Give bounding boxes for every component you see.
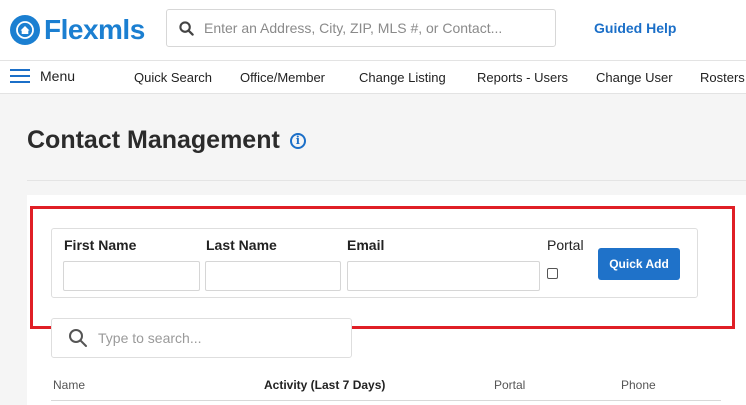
top-bar: Flexmls Guided Help (0, 0, 746, 60)
nav-item-office-member[interactable]: Office/Member (240, 70, 325, 85)
contact-search[interactable] (51, 318, 352, 358)
home-pin-icon (10, 15, 40, 45)
nav-bar: Menu Quick Search Office/Member Change L… (0, 60, 746, 94)
logo-text: Flexmls (44, 14, 145, 45)
global-search-input[interactable] (202, 19, 546, 37)
nav-item-quick-search[interactable]: Quick Search (134, 70, 212, 85)
page-header: Contact Management i (27, 126, 306, 155)
nav-item-rosters[interactable]: Rosters (700, 70, 745, 85)
hamburger-icon (10, 69, 30, 83)
highlight-box (30, 206, 735, 329)
info-icon[interactable]: i (289, 132, 306, 149)
page-title: Contact Management (27, 126, 280, 154)
global-search[interactable] (166, 9, 556, 47)
contact-search-input[interactable] (96, 329, 330, 347)
table-header-divider (51, 400, 721, 401)
flexmls-logo[interactable]: Flexmls (10, 13, 145, 47)
title-divider (27, 180, 746, 181)
column-header-activity[interactable]: Activity (Last 7 Days) (264, 378, 385, 392)
search-icon (69, 329, 87, 347)
column-header-portal[interactable]: Portal (494, 378, 525, 392)
nav-item-change-user[interactable]: Change User (596, 70, 673, 85)
search-icon (179, 20, 194, 36)
column-header-phone[interactable]: Phone (621, 378, 656, 392)
menu-label: Menu (40, 68, 76, 84)
menu-button[interactable]: Menu (10, 68, 75, 84)
nav-item-reports-users[interactable]: Reports - Users (477, 70, 568, 85)
column-header-name[interactable]: Name (53, 378, 85, 392)
guided-help-link[interactable]: Guided Help (594, 20, 676, 36)
nav-item-change-listing[interactable]: Change Listing (359, 70, 446, 85)
